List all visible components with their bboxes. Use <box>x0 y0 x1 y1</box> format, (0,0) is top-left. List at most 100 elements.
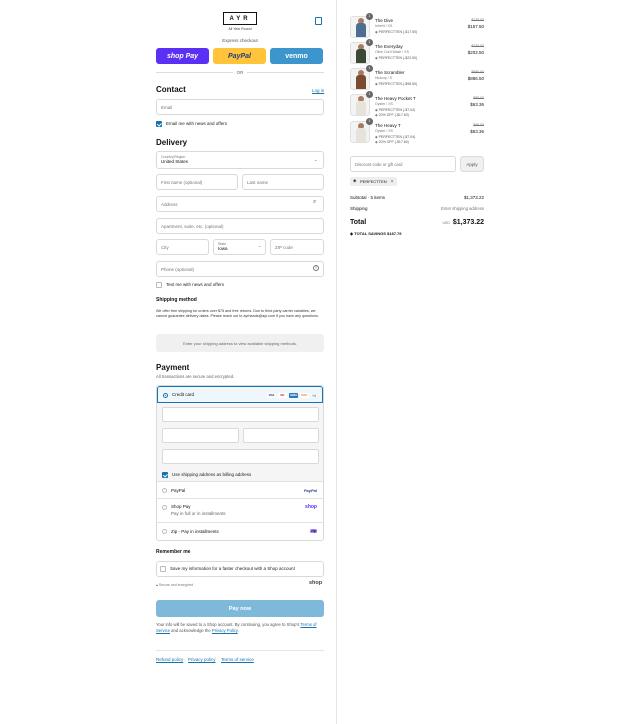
sale-price: $63.36 <box>470 129 484 134</box>
mastercard-icon: MC <box>278 393 287 398</box>
sale-price: $202.50 <box>467 50 484 55</box>
amex-icon: AMEX <box>289 393 298 398</box>
garment <box>356 101 366 115</box>
apply-button[interactable]: Apply <box>460 156 484 172</box>
apartment-field[interactable]: Apartment, suite, etc. (optional) <box>156 218 324 234</box>
total-savings: ◈ TOTAL SAVINGS $187.79 <box>350 231 402 236</box>
country-select[interactable]: Country/Region United States <box>156 151 324 169</box>
column-divider <box>336 0 337 724</box>
discount-line: ◈ PERFECTTEN (-$17.50) <box>375 30 418 34</box>
privacy-link[interactable]: Privacy Policy <box>212 628 238 633</box>
discount-line: ◈ PERFECTTEN (-$22.50) <box>375 56 418 60</box>
paypal-option[interactable]: PayPal PayPal <box>157 482 323 499</box>
credit-card-option[interactable]: Credit card VISA MC AMEX DISC +4 <box>157 386 323 403</box>
card-logos: VISA MC AMEX DISC +4 <box>265 393 316 398</box>
credit-card-label: Credit card <box>172 392 195 397</box>
brand-logo[interactable]: AYR <box>223 12 257 25</box>
paypal-button[interactable]: PayPal <box>213 48 266 64</box>
subtotal-value: $1,373.22 <box>463 195 484 200</box>
shop-pay-radio[interactable] <box>162 505 167 510</box>
shipping-value: Enter shipping address <box>441 206 484 211</box>
garment <box>356 49 366 63</box>
card-number-field[interactable] <box>162 407 319 422</box>
or-separator: OR <box>156 69 324 75</box>
card-details-form: Use shipping address as billing address <box>157 403 323 482</box>
garment <box>356 23 366 37</box>
phone-field[interactable]: Phone (optional) <box>156 261 324 277</box>
card-expiry-field[interactable] <box>162 428 239 443</box>
shop-pay-option[interactable]: Shop Pay Pay in full or in installments … <box>157 499 323 523</box>
pay-now-button[interactable]: Pay now <box>156 600 324 617</box>
chevron-down-icon: ⌄ <box>314 157 318 162</box>
email-field[interactable]: Email <box>156 99 324 115</box>
product-variant: Hickory / S <box>375 76 392 80</box>
product-name: The Everyday <box>375 44 403 49</box>
email-news-label: Email me with news and offers <box>166 121 227 126</box>
discount-line: ◈ PERFECTTEN (-$98.50) <box>375 82 418 86</box>
garment <box>356 128 366 142</box>
shipping-method-heading: Shipping method <box>156 297 197 303</box>
quantity-badge: 1 <box>366 118 373 125</box>
secure-note: 🔒︎ Secure and encrypted <box>156 583 194 587</box>
product-name: The Scrambler <box>375 70 405 75</box>
original-price: $88.00 <box>473 123 484 127</box>
discover-icon: DISC <box>300 393 309 398</box>
cart-item: 1 The Heavy T Oyster / XS ◈ PERFECTTEN (-$7… <box>350 118 484 145</box>
save-info-checkbox[interactable] <box>160 566 166 572</box>
credit-card-radio[interactable] <box>163 393 168 398</box>
quantity-badge: 1 <box>366 65 373 72</box>
quantity-badge: 1 <box>366 39 373 46</box>
sale-price: $63.36 <box>470 102 484 107</box>
quantity-badge: 1 <box>366 13 373 20</box>
text-news-label: Text me with news and offers <box>166 282 224 287</box>
remove-discount-icon[interactable]: × <box>391 179 394 185</box>
original-price: $985.00 <box>471 70 484 74</box>
original-price: $225.00 <box>471 44 484 48</box>
billing-same-label: Use shipping address as billing address <box>172 472 252 477</box>
help-icon[interactable]: ? <box>313 265 319 271</box>
cart-item: 1 The Everyday Olive Cord Wash / XS ◈ PERFE… <box>350 39 484 66</box>
zip-field[interactable]: ZIP code <box>270 239 324 255</box>
discount-code-field[interactable]: Discount code or gift card <box>350 156 456 172</box>
terms-of-service-link[interactable]: Terms of service <box>221 657 254 662</box>
total-label: Total <box>350 219 367 226</box>
currency: USD <box>442 221 450 225</box>
shop-pay-button[interactable]: shop Pay <box>156 48 209 64</box>
total-value-row: USD $1,373.22 <box>442 219 484 226</box>
save-info-label: Save my information for a faster checkou… <box>170 566 295 571</box>
city-field[interactable]: City <box>156 239 209 255</box>
tag-icon: ◈ <box>353 178 357 183</box>
contact-heading: Contact <box>156 85 186 94</box>
product-name: The Dive <box>375 18 394 23</box>
product-variant: Olive Cord Wash / XS <box>375 50 409 54</box>
brand-tagline: All Year Round <box>228 27 252 31</box>
billing-same-checkbox[interactable] <box>162 472 168 478</box>
product-variant: Oyster / XS <box>375 102 393 106</box>
original-price: $175.00 <box>471 18 484 22</box>
zip-radio[interactable] <box>162 529 167 534</box>
payment-heading: Payment <box>156 363 190 372</box>
shipping-label: Shipping <box>350 206 368 211</box>
login-link[interactable]: Log in <box>312 88 324 93</box>
consent-text: Your info will be saved to a Shop accoun… <box>156 622 317 633</box>
address-field[interactable]: Address <box>156 196 324 212</box>
venmo-button[interactable]: venmo <box>270 48 323 64</box>
first-name-field[interactable]: First name (optional) <box>156 174 238 190</box>
privacy-policy-link[interactable]: Privacy policy <box>188 657 216 662</box>
card-security-code-field[interactable] <box>243 428 319 443</box>
last-name-field[interactable]: Last name <box>242 174 324 190</box>
cart-item: 1 The Scrambler Hickory / S ◈ PERFECTTEN (-… <box>350 65 484 92</box>
shop-logo: shop <box>305 504 317 510</box>
card-name-field[interactable] <box>162 449 319 464</box>
refund-policy-link[interactable]: Refund policy <box>156 657 183 662</box>
remember-me-heading: Remember me <box>156 549 191 555</box>
discount-line: ◈ 20% OFF (-$17.60) <box>375 113 409 117</box>
paypal-radio[interactable] <box>162 488 167 493</box>
zip-logo: zip <box>310 529 317 533</box>
delivery-heading: Delivery <box>156 138 188 147</box>
text-news-checkbox[interactable] <box>156 282 162 288</box>
zip-option[interactable]: Zip - Pay in installments zip <box>157 523 323 540</box>
email-news-checkbox[interactable] <box>156 121 162 127</box>
chevron-down-icon: ⌄ <box>258 243 262 248</box>
shopping-bag-icon[interactable] <box>315 17 322 25</box>
